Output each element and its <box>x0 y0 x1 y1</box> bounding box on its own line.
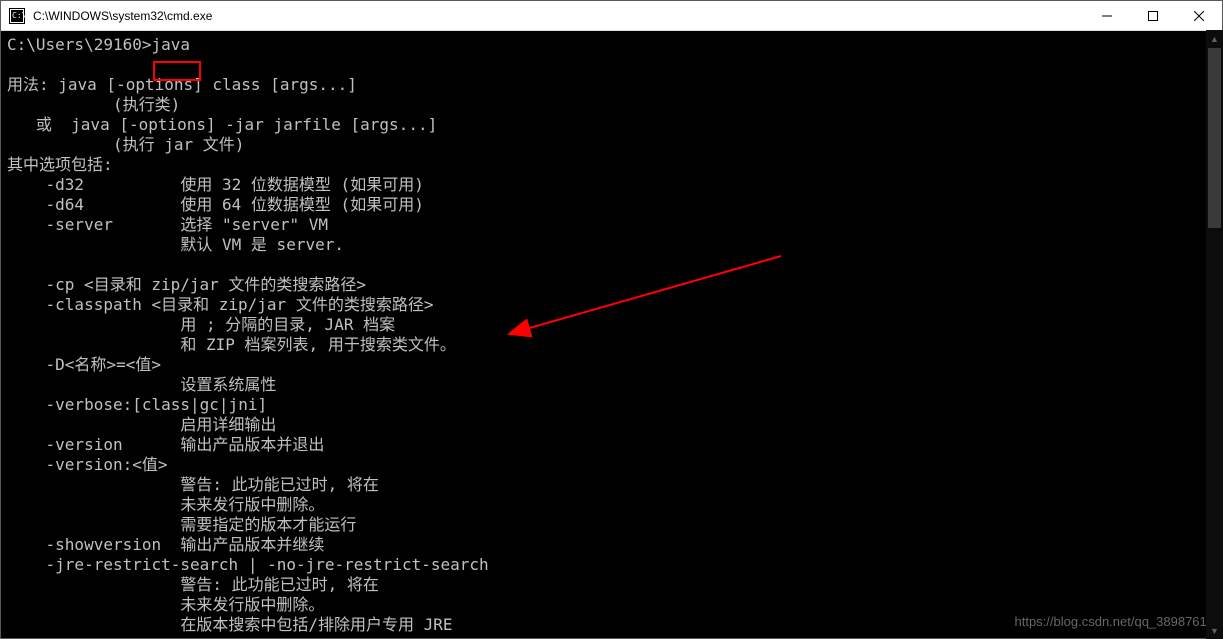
minimize-button[interactable] <box>1084 1 1130 30</box>
vertical-scrollbar[interactable]: ▲ ▼ <box>1206 30 1223 639</box>
command-text: java <box>152 35 191 54</box>
scroll-up-button[interactable]: ▲ <box>1206 30 1223 47</box>
window-controls <box>1084 1 1222 30</box>
maximize-button[interactable] <box>1130 1 1176 30</box>
title-bar[interactable]: C:\ C:\WINDOWS\system32\cmd.exe <box>1 1 1222 31</box>
scroll-down-button[interactable]: ▼ <box>1206 622 1223 639</box>
scrollbar-thumb[interactable] <box>1208 48 1221 228</box>
svg-text:C:\: C:\ <box>12 11 25 20</box>
cmd-icon: C:\ <box>9 8 25 24</box>
prompt: C:\Users\29160> <box>7 35 152 54</box>
close-button[interactable] <box>1176 1 1222 30</box>
terminal-lines: 用法: java [-options] class [args...] (执行类… <box>7 75 489 634</box>
watermark-text: https://blog.csdn.net/qq_38987615 <box>1015 612 1215 632</box>
cmd-window: C:\ C:\WINDOWS\system32\cmd.exe C:\Users… <box>0 0 1223 639</box>
terminal-output[interactable]: C:\Users\29160>java 用法: java [-options] … <box>1 31 1222 638</box>
window-title: C:\WINDOWS\system32\cmd.exe <box>33 9 1084 23</box>
